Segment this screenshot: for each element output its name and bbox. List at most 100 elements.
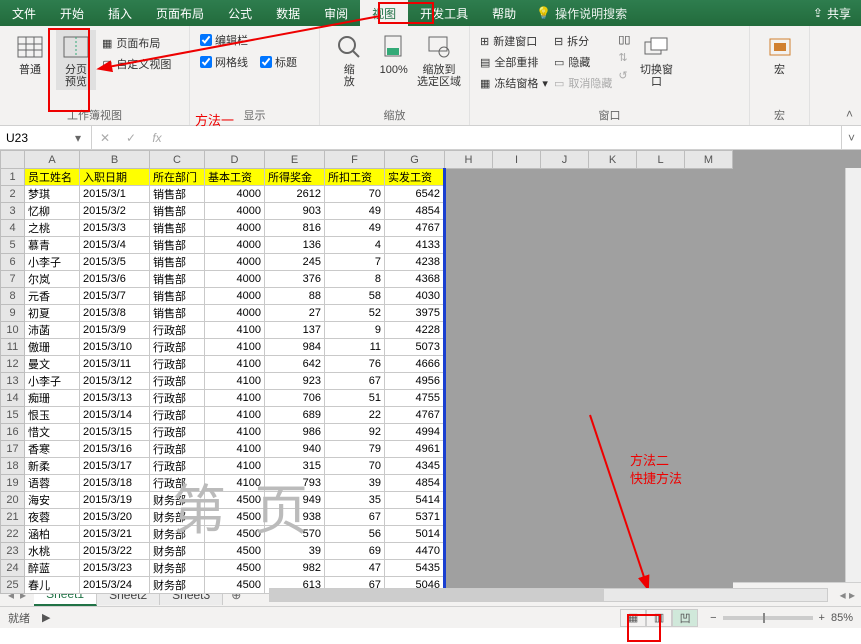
data-cell[interactable]: 984 (265, 339, 325, 356)
horizontal-scrollbar[interactable] (269, 588, 827, 602)
tab-formulas[interactable]: 公式 (216, 0, 264, 26)
data-cell[interactable]: 35 (325, 492, 385, 509)
view-pagebreak-btn[interactable]: 凹 (672, 609, 698, 627)
data-cell[interactable]: 49 (325, 203, 385, 220)
header-cell[interactable]: 所在部门 (150, 169, 205, 186)
data-cell[interactable]: 海安 (25, 492, 80, 509)
data-cell[interactable]: 11 (325, 339, 385, 356)
data-cell[interactable]: 7 (325, 254, 385, 271)
data-cell[interactable]: 642 (265, 356, 325, 373)
data-cell[interactable]: 4100 (205, 424, 265, 441)
zoom-100-button[interactable]: 100% (375, 30, 414, 78)
row-header[interactable]: 17 (1, 441, 25, 458)
data-cell[interactable]: 2015/3/23 (80, 560, 150, 577)
row-header[interactable]: 24 (1, 560, 25, 577)
data-cell[interactable]: 行政部 (150, 356, 205, 373)
row-header[interactable]: 9 (1, 305, 25, 322)
data-cell[interactable]: 夜蓉 (25, 509, 80, 526)
data-cell[interactable]: 行政部 (150, 475, 205, 492)
data-cell[interactable]: 4755 (385, 390, 445, 407)
data-cell[interactable]: 4000 (205, 220, 265, 237)
data-cell[interactable]: 4500 (205, 526, 265, 543)
data-cell[interactable]: 财务部 (150, 509, 205, 526)
data-cell[interactable]: 小李子 (25, 373, 80, 390)
data-cell[interactable]: 4767 (385, 407, 445, 424)
data-cell[interactable]: 6542 (385, 186, 445, 203)
data-cell[interactable]: 67 (325, 509, 385, 526)
data-cell[interactable]: 曼文 (25, 356, 80, 373)
data-cell[interactable]: 4133 (385, 237, 445, 254)
data-cell[interactable]: 元香 (25, 288, 80, 305)
data-cell[interactable]: 行政部 (150, 373, 205, 390)
row-header[interactable]: 12 (1, 356, 25, 373)
data-cell[interactable]: 初夏 (25, 305, 80, 322)
col-header[interactable]: L (637, 151, 685, 169)
gridlines-checkbox[interactable]: 网格线 (200, 54, 248, 70)
cancel-icon[interactable]: ✕ (92, 131, 118, 145)
data-cell[interactable]: 938 (265, 509, 325, 526)
data-cell[interactable]: 财务部 (150, 560, 205, 577)
data-cell[interactable]: 恨玉 (25, 407, 80, 424)
data-cell[interactable]: 940 (265, 441, 325, 458)
data-cell[interactable]: 67 (325, 373, 385, 390)
data-cell[interactable]: 沛菡 (25, 322, 80, 339)
data-cell[interactable]: 梦琪 (25, 186, 80, 203)
data-cell[interactable]: 52 (325, 305, 385, 322)
row-header[interactable]: 15 (1, 407, 25, 424)
data-cell[interactable]: 4100 (205, 339, 265, 356)
data-cell[interactable]: 2015/3/24 (80, 577, 150, 594)
col-header[interactable]: M (685, 151, 733, 169)
macro-record-icon[interactable]: ▶ (42, 611, 50, 624)
pagebreak-preview-button[interactable]: 分页 预览 (56, 30, 96, 90)
view-normal-btn[interactable]: ▦ (620, 609, 646, 627)
data-cell[interactable]: 4100 (205, 322, 265, 339)
header-cell[interactable]: 基本工资 (205, 169, 265, 186)
data-cell[interactable]: 376 (265, 271, 325, 288)
freeze-panes-button[interactable]: ▦冻结窗格 ▾ (480, 74, 548, 92)
data-cell[interactable]: 涵柏 (25, 526, 80, 543)
col-header[interactable]: F (325, 151, 385, 169)
row-header[interactable]: 4 (1, 220, 25, 237)
tab-review[interactable]: 审阅 (312, 0, 360, 26)
data-cell[interactable]: 88 (265, 288, 325, 305)
tab-help[interactable]: 帮助 (480, 0, 528, 26)
data-cell[interactable]: 689 (265, 407, 325, 424)
data-cell[interactable]: 销售部 (150, 237, 205, 254)
data-cell[interactable]: 2015/3/13 (80, 390, 150, 407)
col-header[interactable]: J (541, 151, 589, 169)
normal-view-button[interactable]: 普通 (10, 30, 50, 78)
data-cell[interactable]: 4100 (205, 373, 265, 390)
data-cell[interactable]: 4000 (205, 203, 265, 220)
data-cell[interactable]: 137 (265, 322, 325, 339)
header-cell[interactable]: 所得奖金 (265, 169, 325, 186)
data-cell[interactable]: 79 (325, 441, 385, 458)
data-cell[interactable]: 982 (265, 560, 325, 577)
data-cell[interactable]: 70 (325, 186, 385, 203)
data-cell[interactable]: 傲珊 (25, 339, 80, 356)
data-cell[interactable]: 69 (325, 543, 385, 560)
row-header[interactable]: 11 (1, 339, 25, 356)
custom-views-button[interactable]: ▢自定义视图 (102, 55, 171, 73)
data-cell[interactable]: 痴珊 (25, 390, 80, 407)
header-cell[interactable]: 员工姓名 (25, 169, 80, 186)
data-cell[interactable]: 4666 (385, 356, 445, 373)
data-cell[interactable]: 4345 (385, 458, 445, 475)
row-header[interactable]: 13 (1, 373, 25, 390)
data-cell[interactable]: 香寒 (25, 441, 80, 458)
data-cell[interactable]: 4500 (205, 560, 265, 577)
data-cell[interactable]: 4500 (205, 543, 265, 560)
data-cell[interactable]: 4000 (205, 271, 265, 288)
data-cell[interactable]: 行政部 (150, 458, 205, 475)
data-cell[interactable]: 2015/3/16 (80, 441, 150, 458)
data-cell[interactable]: 慕青 (25, 237, 80, 254)
data-cell[interactable]: 4767 (385, 220, 445, 237)
data-cell[interactable]: 4228 (385, 322, 445, 339)
row-header[interactable]: 5 (1, 237, 25, 254)
data-cell[interactable]: 之桃 (25, 220, 80, 237)
data-cell[interactable]: 春儿 (25, 577, 80, 594)
data-cell[interactable]: 5435 (385, 560, 445, 577)
data-cell[interactable]: 4961 (385, 441, 445, 458)
data-cell[interactable]: 4 (325, 237, 385, 254)
data-cell[interactable]: 47 (325, 560, 385, 577)
data-cell[interactable]: 2015/3/4 (80, 237, 150, 254)
